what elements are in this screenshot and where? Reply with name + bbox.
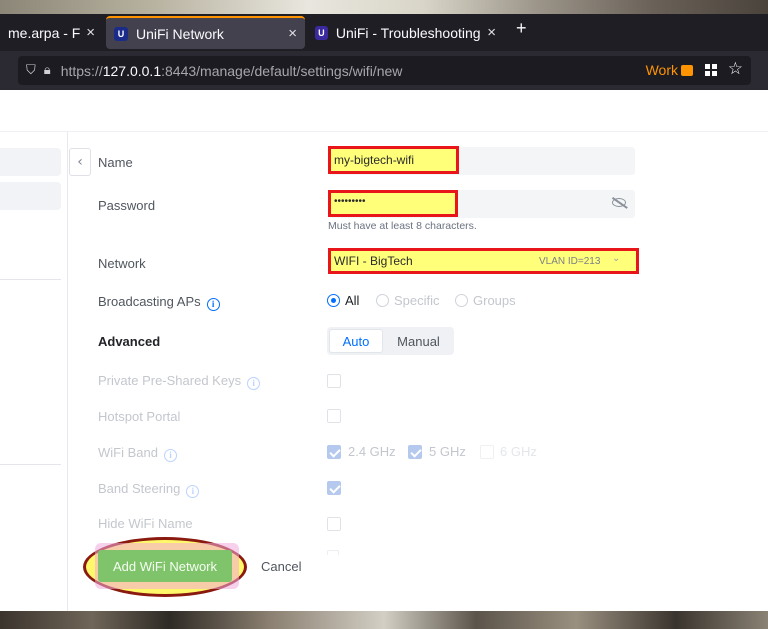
tab-pfsense[interactable]: me.arpa - Fire × <box>0 16 103 49</box>
radio-dot <box>455 294 468 307</box>
network-select-value: WIFI - BigTech <box>334 254 413 268</box>
page-header <box>0 90 768 132</box>
band-6ghz-label: 6 GHz <box>500 444 537 459</box>
info-icon[interactable]: i <box>206 298 220 311</box>
tab-unifi-network[interactable]: U UniFi Network × <box>106 16 305 49</box>
url-scheme: https:// <box>60 62 103 79</box>
broadcasting-aps-text: Broadcasting APs <box>98 294 201 309</box>
wifi-band-text: WiFi Band <box>98 445 158 460</box>
radio-all[interactable]: All <box>327 293 359 308</box>
ppsk-text: Private Pre-Shared Keys <box>98 373 242 388</box>
url-bar[interactable]: ⛉ 🔒︎ https://127.0.0.1:8443/manage/defau… <box>18 56 751 85</box>
back-chevron-icon[interactable]: ‹ <box>69 148 91 176</box>
desktop-background-top <box>0 0 768 14</box>
add-wifi-network-button[interactable]: Add WiFi Network <box>98 550 232 582</box>
sidebar-item[interactable] <box>0 148 61 176</box>
tab-label: me.arpa - Fire <box>8 24 81 41</box>
sidebar-divider <box>0 464 61 465</box>
advanced-auto-option[interactable]: Auto <box>329 329 383 353</box>
hotspot-portal-label: Hotspot Portal <box>98 409 181 424</box>
eye-slash-icon[interactable] <box>612 198 626 207</box>
hide-wifi-name-label: Hide WiFi Name <box>98 516 193 531</box>
name-label: Name <box>98 155 133 170</box>
band-6ghz-checkbox[interactable] <box>480 445 494 459</box>
info-icon[interactable]: i <box>247 377 261 390</box>
close-tab-icon[interactable]: × <box>481 24 496 41</box>
advanced-toggle: Auto Manual <box>327 327 454 355</box>
password-label: Password <box>98 198 156 213</box>
radio-label: All <box>345 293 360 308</box>
container-label: Work <box>645 62 678 78</box>
ppsk-checkbox[interactable] <box>327 374 341 388</box>
sidebar-divider <box>0 279 61 280</box>
band-5ghz-label: 5 GHz <box>429 444 466 459</box>
new-tab-button[interactable]: + <box>516 18 527 39</box>
settings-sidebar <box>0 132 68 611</box>
broadcasting-aps-label: Broadcasting APs i <box>98 294 220 311</box>
radio-label: Specific <box>394 293 440 308</box>
band-steering-text: Band Steering <box>98 481 181 496</box>
hide-wifi-name-checkbox[interactable] <box>327 517 341 531</box>
url-path: :8443/manage/default/settings/wifi/new <box>161 62 403 79</box>
browser-nav-bar: ⛉ 🔒︎ https://127.0.0.1:8443/manage/defau… <box>0 51 768 90</box>
unifi-favicon-icon: U <box>315 25 328 40</box>
chevron-down-icon[interactable]: ⌄ <box>612 253 620 264</box>
radio-dot <box>327 294 340 307</box>
ppsk-label: Private Pre-Shared Keys i <box>98 373 261 390</box>
radio-specific[interactable]: Specific <box>376 293 440 308</box>
browser-tab-bar: me.arpa - Fire × U UniFi Network × U Uni… <box>0 14 768 51</box>
network-label: Network <box>98 256 146 271</box>
radio-dot <box>376 294 389 307</box>
vlan-id-badge: VLAN ID=213 <box>539 256 601 267</box>
sidebar-item[interactable] <box>0 182 61 210</box>
info-icon[interactable]: i <box>186 485 200 498</box>
tab-label: UniFi - Troubleshooting U <box>335 24 482 41</box>
unifi-favicon-icon: U <box>114 26 128 41</box>
close-tab-icon[interactable]: × <box>80 24 95 41</box>
checkbox-partial <box>327 550 339 555</box>
extensions-grid-icon[interactable] <box>705 64 717 76</box>
shield-icon[interactable]: ⛉ <box>26 63 36 78</box>
radio-label: Groups <box>473 293 516 308</box>
advanced-label: Advanced <box>98 334 161 349</box>
band-5ghz-checkbox[interactable] <box>408 445 422 459</box>
band-steering-checkbox[interactable] <box>327 481 341 495</box>
close-tab-icon[interactable]: × <box>282 25 297 42</box>
tab-label: UniFi Network <box>136 25 224 42</box>
wifi-band-label: WiFi Band i <box>98 445 177 462</box>
password-input-value: ••••••••• <box>334 196 366 207</box>
tab-unifi-troubleshooting[interactable]: U UniFi - Troubleshooting U × <box>307 16 504 49</box>
advanced-manual-option[interactable]: Manual <box>385 329 452 353</box>
band-steering-label: Band Steering i <box>98 481 200 498</box>
hotspot-portal-checkbox[interactable] <box>327 409 341 423</box>
radio-groups[interactable]: Groups <box>455 293 516 308</box>
unifi-page: ‹ Name my-bigtech-wifi Password ••••••••… <box>0 90 768 611</box>
name-input-value: my-bigtech-wifi <box>334 153 415 167</box>
briefcase-icon <box>681 65 693 76</box>
cancel-button[interactable]: Cancel <box>261 559 301 574</box>
url-text[interactable]: https://127.0.0.1:8443/manage/default/se… <box>61 63 403 79</box>
desktop-background-bottom <box>0 611 768 629</box>
container-indicator[interactable]: Work <box>646 62 693 78</box>
info-icon[interactable]: i <box>163 449 177 462</box>
bookmark-star-icon[interactable]: ☆ <box>728 59 743 79</box>
band-2-4ghz-checkbox[interactable] <box>327 445 341 459</box>
url-host: 127.0.0.1 <box>102 62 162 79</box>
lock-icon[interactable]: 🔒︎ <box>44 63 51 78</box>
password-hint: Must have at least 8 characters. <box>328 220 477 232</box>
band-2-4ghz-label: 2.4 GHz <box>348 444 396 459</box>
